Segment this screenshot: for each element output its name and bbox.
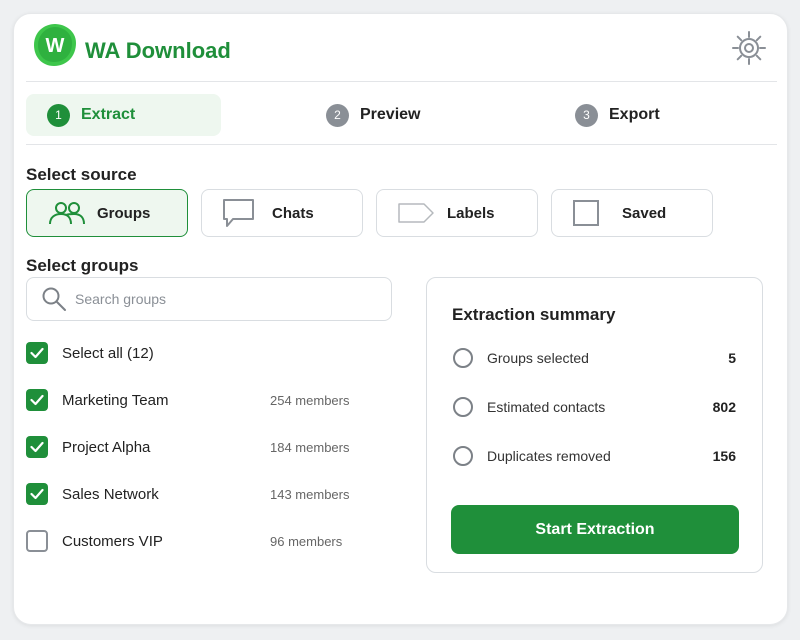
- step-number: 1: [47, 103, 70, 127]
- group-checkbox[interactable]: [26, 483, 48, 505]
- check-icon: [30, 347, 44, 359]
- app-title: WA Download: [85, 38, 231, 63]
- tag-icon: [397, 198, 441, 228]
- step-number: 3: [575, 103, 598, 127]
- summary-value: 802: [712, 399, 736, 415]
- group-row-customers-vip[interactable]: Customers VIP 96 members: [26, 528, 392, 554]
- settings-icon[interactable]: [730, 29, 768, 67]
- summary-row-groups-selected: Groups selected 5: [453, 347, 736, 369]
- select-all-label: Select all (12): [62, 344, 154, 362]
- group-row-project-alpha[interactable]: Project Alpha 184 members: [26, 434, 392, 460]
- radio-icon[interactable]: [453, 348, 473, 368]
- square-icon: [572, 198, 616, 228]
- header-divider: [26, 81, 777, 82]
- summary-title: Extraction summary: [452, 305, 616, 324]
- check-icon: [30, 394, 44, 406]
- extraction-summary-panel: Extraction summary Groups selected 5 Est…: [426, 277, 763, 573]
- group-row-sales-network[interactable]: Sales Network 143 members: [26, 481, 392, 507]
- summary-row-estimated-contacts: Estimated contacts 802: [453, 396, 736, 418]
- step-export[interactable]: 3 Export: [575, 94, 660, 136]
- source-label: Labels: [447, 204, 495, 222]
- group-checkbox[interactable]: [26, 389, 48, 411]
- radio-icon[interactable]: [453, 446, 473, 466]
- steps-divider: [26, 144, 777, 145]
- source-label: Chats: [272, 204, 314, 222]
- check-icon: [30, 488, 44, 500]
- source-groups-button[interactable]: Groups: [26, 189, 188, 237]
- group-checkbox[interactable]: [26, 530, 48, 552]
- logo-letter: W: [46, 35, 65, 57]
- summary-label: Estimated contacts: [487, 399, 606, 415]
- check-icon: [30, 441, 44, 453]
- radio-icon[interactable]: [453, 397, 473, 417]
- source-chats-button[interactable]: Chats: [201, 189, 363, 237]
- step-label: Extract: [81, 106, 136, 123]
- summary-value: 156: [712, 448, 736, 464]
- search-box[interactable]: [26, 277, 392, 321]
- group-row-marketing-team[interactable]: Marketing Team 254 members: [26, 387, 392, 413]
- group-member-count: 184 members: [270, 439, 350, 455]
- step-label: Export: [609, 106, 660, 123]
- chat-icon: [222, 198, 266, 228]
- source-saved-button[interactable]: Saved: [551, 189, 713, 237]
- source-section-title: Select source: [26, 165, 137, 184]
- summary-label: Duplicates removed: [487, 448, 611, 464]
- source-labels-button[interactable]: Labels: [376, 189, 538, 237]
- users-icon: [47, 198, 91, 228]
- group-checkbox[interactable]: [26, 436, 48, 458]
- step-number: 2: [326, 103, 349, 127]
- app-logo-icon: W: [34, 24, 76, 66]
- start-extraction-button[interactable]: Start Extraction: [451, 505, 739, 554]
- group-name: Marketing Team: [62, 391, 169, 409]
- app-window: W WA Download 1 Extract 2 Preview 3 Expo…: [13, 13, 788, 625]
- group-name: Project Alpha: [62, 438, 151, 456]
- select-all-row[interactable]: Select all (12): [26, 340, 392, 366]
- select-all-checkbox[interactable]: [26, 342, 48, 364]
- group-member-count: 143 members: [270, 486, 350, 502]
- group-member-count: 96 members: [270, 533, 343, 549]
- group-name: Customers VIP: [62, 532, 163, 550]
- step-label: Preview: [360, 106, 421, 123]
- summary-label: Groups selected: [487, 350, 589, 366]
- search-icon: [42, 287, 66, 311]
- summary-row-duplicates-removed: Duplicates removed 156: [453, 445, 736, 467]
- search-input[interactable]: [75, 291, 355, 307]
- step-extract[interactable]: 1 Extract: [26, 94, 221, 136]
- summary-value: 5: [728, 350, 736, 366]
- group-member-count: 254 members: [270, 392, 350, 408]
- source-label: Groups: [97, 204, 151, 222]
- groups-section-title: Select groups: [26, 256, 139, 275]
- group-name: Sales Network: [62, 485, 159, 503]
- source-label: Saved: [622, 204, 667, 222]
- step-preview[interactable]: 2 Preview: [326, 94, 420, 136]
